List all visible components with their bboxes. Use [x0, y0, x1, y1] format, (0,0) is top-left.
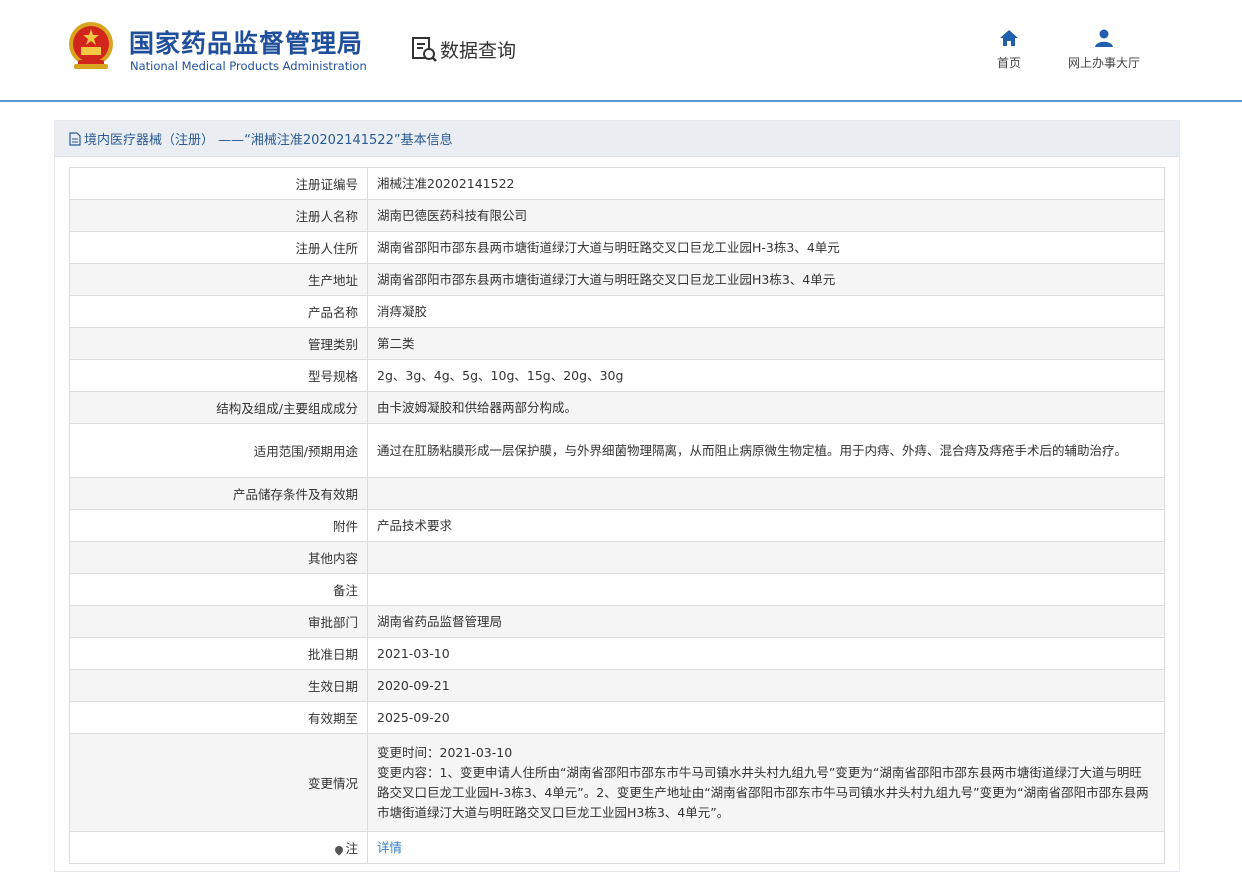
table-row: 结构及组成/主要组成成分 由卡波姆凝胶和供给器两部分构成。 — [69, 391, 1165, 424]
panel-title: 境内医疗器械（注册） ——“湘械注准20202141522”基本信息 — [55, 121, 1179, 157]
change-details: 变更时间：2021-03-10 变更内容：1、变更申请人住所由“湖南省邵阳市邵东… — [367, 733, 1165, 832]
home-icon — [1000, 30, 1018, 46]
document-icon — [69, 131, 81, 146]
row-key: 管理类别 — [69, 327, 368, 360]
table-row: 产品储存条件及有效期 — [69, 477, 1165, 510]
row-key: 产品储存条件及有效期 — [69, 477, 368, 510]
table-row: 产品名称 消痔凝胶 — [69, 295, 1165, 328]
note-key-cell: 注 — [69, 831, 368, 864]
user-icon — [1095, 29, 1113, 47]
row-value: 湖南省邵阳市邵东县两市塘街道绿汀大道与明旺路交叉口巨龙工业园H3栋3、4单元 — [367, 263, 1165, 296]
row-value — [367, 573, 1165, 606]
table-row: 审批部门 湖南省药品监督管理局 — [69, 605, 1165, 638]
row-value: 2025-09-20 — [367, 701, 1165, 734]
table-row: 型号规格 2g、3g、4g、5g、10g、15g、20g、30g — [69, 359, 1165, 392]
row-key: 注 — [345, 841, 358, 856]
table-row: 有效期至 2025-09-20 — [69, 701, 1165, 734]
change-content: 变更内容：1、变更申请人住所由“湖南省邵阳市邵东市牛马司镇水井头村九组九号”变更… — [377, 764, 1149, 820]
header-divider — [0, 100, 1242, 102]
row-key: 型号规格 — [69, 359, 368, 392]
table-row: 附件 产品技术要求 — [69, 509, 1165, 542]
nav-home-label: 首页 — [996, 56, 1021, 70]
row-key: 注册人名称 — [69, 199, 368, 232]
table-row: 变更情况 变更时间：2021-03-10 变更内容：1、变更申请人住所由“湖南省… — [69, 733, 1165, 832]
row-key: 备注 — [69, 573, 368, 606]
table-row: 生效日期 2020-09-21 — [69, 669, 1165, 702]
row-key: 适用范围/预期用途 — [69, 423, 368, 478]
row-value — [367, 541, 1165, 574]
row-key: 产品名称 — [69, 295, 368, 328]
device-info-panel: 境内医疗器械（注册） ——“湘械注准20202141522”基本信息 注册证编号… — [54, 120, 1180, 872]
row-key: 变更情况 — [69, 733, 368, 832]
table-row: 注 详情 — [69, 831, 1165, 864]
row-value: 第二类 — [367, 327, 1165, 360]
nav-online-hall[interactable]: 网上办事大厅 — [1058, 28, 1150, 71]
row-value: 2021-03-10 — [367, 637, 1165, 670]
row-key: 生效日期 — [69, 669, 368, 702]
org-name-en: National Medical Products Administration — [130, 59, 367, 73]
row-value: 湘械注准20202141522 — [367, 167, 1165, 200]
row-value: 湖南省邵阳市邵东县两市塘街道绿汀大道与明旺路交叉口巨龙工业园H-3栋3、4单元 — [367, 231, 1165, 264]
org-name-cn: 国家药品监督管理局 — [129, 29, 364, 58]
site-header: 国家药品监督管理局 National Medical Products Admi… — [0, 0, 1242, 102]
data-query-label: 数据查询 — [440, 39, 517, 62]
table-row: 注册人名称 湖南巴德医药科技有限公司 — [69, 199, 1165, 232]
row-key: 有效期至 — [69, 701, 368, 734]
row-value: 通过在肛肠粘膜形成一层保护膜，与外界细菌物理隔离，从而阻止病原微生物定植。用于内… — [367, 423, 1165, 478]
table-row: 生产地址 湖南省邵阳市邵东县两市塘街道绿汀大道与明旺路交叉口巨龙工业园H3栋3、… — [69, 263, 1165, 296]
row-value: 2020-09-21 — [367, 669, 1165, 702]
table-row: 注册人住所 湖南省邵阳市邵东县两市塘街道绿汀大道与明旺路交叉口巨龙工业园H-3栋… — [69, 231, 1165, 264]
document-search-icon — [412, 37, 437, 62]
row-key: 其他内容 — [69, 541, 368, 574]
table-row: 其他内容 — [69, 541, 1165, 574]
row-value: 湖南省药品监督管理局 — [367, 605, 1165, 638]
row-value: 由卡波姆凝胶和供给器两部分构成。 — [367, 391, 1165, 424]
row-key: 注册证编号 — [69, 167, 368, 200]
table-row: 管理类别 第二类 — [69, 327, 1165, 360]
row-key: 审批部门 — [69, 605, 368, 638]
table-row: 备注 — [69, 573, 1165, 606]
row-key: 附件 — [69, 509, 368, 542]
details-link[interactable]: 详情 — [377, 840, 402, 855]
row-value: 2g、3g、4g、5g、10g、15g、20g、30g — [367, 359, 1165, 392]
row-key: 结构及组成/主要组成成分 — [69, 391, 368, 424]
change-time: 变更时间：2021-03-10 — [377, 744, 513, 760]
row-key: 注册人住所 — [69, 231, 368, 264]
nav-home[interactable]: 首页 — [986, 28, 1032, 71]
nav-online-hall-label: 网上办事大厅 — [1067, 56, 1140, 70]
row-value: 湖南巴德医药科技有限公司 — [367, 199, 1165, 232]
national-emblem-icon — [69, 22, 113, 69]
pin-icon — [333, 843, 346, 856]
row-key: 批准日期 — [69, 637, 368, 670]
note-value-cell: 详情 — [367, 831, 1165, 864]
data-query-title: 数据查询 — [410, 34, 516, 64]
row-value — [367, 477, 1165, 510]
row-key: 生产地址 — [69, 263, 368, 296]
row-value: 消痔凝胶 — [367, 295, 1165, 328]
table-row: 适用范围/预期用途 通过在肛肠粘膜形成一层保护膜，与外界细菌物理隔离，从而阻止病… — [69, 423, 1165, 478]
table-row: 批准日期 2021-03-10 — [69, 637, 1165, 670]
table-row: 注册证编号 湘械注准20202141522 — [69, 167, 1165, 200]
panel-title-text: 境内医疗器械（注册） ——“湘械注准20202141522”基本信息 — [84, 133, 453, 148]
row-value: 产品技术要求 — [367, 509, 1165, 542]
info-table: 注册证编号 湘械注准20202141522 注册人名称 湖南巴德医药科技有限公司… — [69, 167, 1165, 864]
